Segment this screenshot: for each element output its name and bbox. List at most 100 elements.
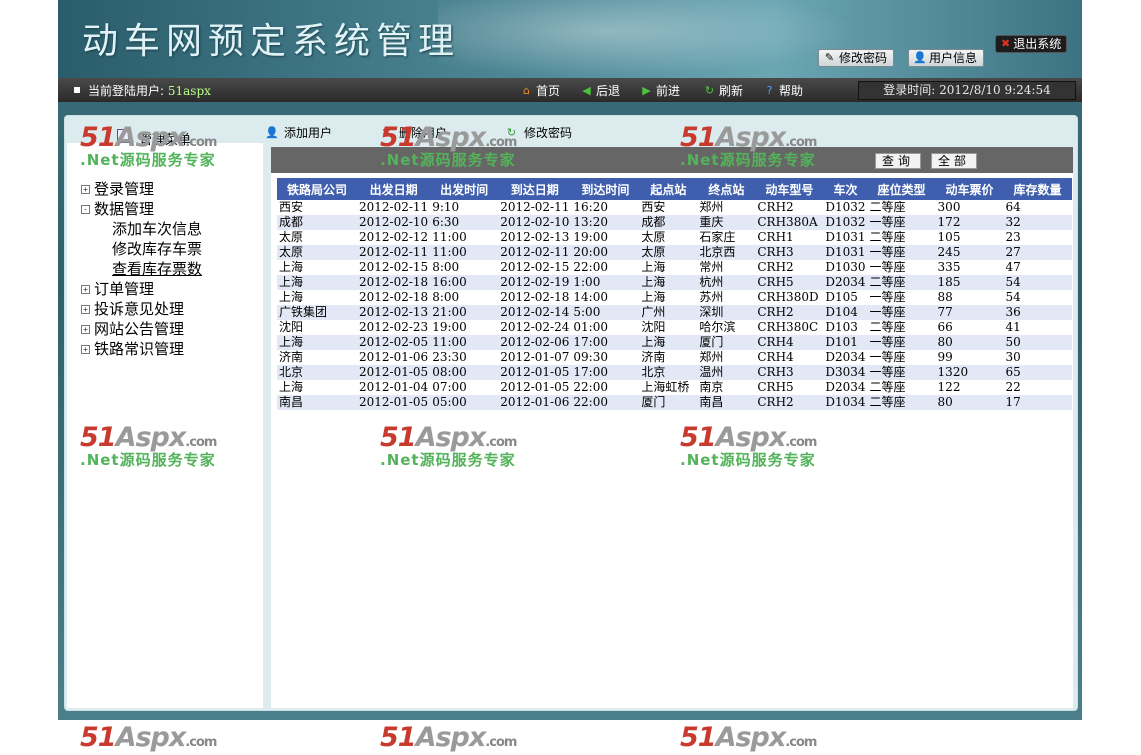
change-password-button[interactable]: ↻ 修改密码 bbox=[505, 124, 572, 141]
table-row: 沈阳 2012-02-23 19:00 2012-02-24 01:00 沈阳 哈尔滨 CRH… bbox=[277, 320, 1072, 335]
tree-node-railway-knowledge[interactable]: + 铁路常识管理 bbox=[81, 339, 202, 359]
add-user-button[interactable]: 👤 添加用户 bbox=[265, 124, 332, 141]
user-info-label: 用户信息 bbox=[929, 51, 978, 65]
nav-refresh[interactable]: ↻ 刷新 bbox=[703, 82, 743, 99]
column-header: 到达时间 bbox=[571, 178, 640, 200]
expand-icon[interactable]: + bbox=[81, 184, 90, 194]
table-row: 上海 2012-02-18 8:00 2012-02-18 14:00 上海 苏州 CRH38… bbox=[277, 290, 1072, 305]
table-cell: 北京 bbox=[277, 365, 357, 380]
table-cell: 08:00 bbox=[430, 365, 499, 380]
table-cell: 济南 bbox=[279, 350, 304, 364]
nav-help[interactable]: ? 帮助 bbox=[763, 82, 803, 99]
table-cell: 2012-02-18 bbox=[359, 290, 429, 304]
table-cell: 30 bbox=[1005, 350, 1021, 364]
table-cell: 上海 bbox=[639, 275, 698, 290]
expand-icon[interactable]: + bbox=[81, 304, 90, 314]
table-cell: 2012-02-11 bbox=[500, 200, 570, 214]
column-header: 终点站 bbox=[697, 178, 756, 200]
user-info-button[interactable]: 👤 用户信息 bbox=[908, 49, 985, 67]
table-cell: 21:00 bbox=[430, 305, 499, 320]
table-cell: 01:00 bbox=[573, 320, 608, 334]
table-cell: CRH380A bbox=[755, 215, 824, 230]
table-cell: 17:00 bbox=[571, 365, 640, 380]
all-button[interactable]: 全部 bbox=[931, 153, 978, 169]
tree-node-data[interactable]: - 数据管理 bbox=[81, 199, 202, 219]
table-cell: D2034 bbox=[825, 350, 866, 364]
expand-icon[interactable]: + bbox=[81, 284, 90, 294]
back-arrow-icon: ◀ bbox=[582, 83, 591, 97]
table-cell: 11:00 bbox=[432, 230, 467, 244]
tree-item-view-stock[interactable]: 查看库存票数 bbox=[81, 259, 202, 279]
bullet-icon bbox=[74, 87, 80, 93]
table-cell: 300 bbox=[937, 200, 961, 214]
tree-item-edit-stock[interactable]: 修改库存车票 bbox=[81, 239, 202, 259]
table-cell: 14:00 bbox=[573, 290, 608, 304]
table-cell: 16:20 bbox=[573, 200, 608, 214]
table-row: 西安 2012-02-11 9:10 2012-02-11 16:20 西安 郑州 CRH2 D… bbox=[277, 200, 1072, 215]
tree-node-label: 订单管理 bbox=[94, 280, 155, 298]
table-cell: 苏州 bbox=[699, 290, 724, 304]
nav-forward[interactable]: ▶ 前进 bbox=[640, 82, 680, 99]
table-cell: 1320 bbox=[935, 365, 1004, 380]
table-cell: 47 bbox=[1005, 260, 1021, 274]
column-header: 库存数量 bbox=[1003, 178, 1072, 200]
search-bar: 查询 全部 bbox=[271, 147, 1073, 173]
table-cell: 厦门 bbox=[697, 335, 756, 350]
watermark-brand-num: 51 bbox=[80, 722, 117, 753]
table-cell: 常州 bbox=[699, 260, 724, 274]
table-cell: 41 bbox=[1005, 320, 1021, 334]
delete-user-button[interactable]: ✖ 删除用户 bbox=[380, 124, 447, 141]
expand-icon[interactable]: + bbox=[81, 344, 90, 354]
expand-icon[interactable]: + bbox=[81, 324, 90, 334]
tree-node-announcements[interactable]: + 网站公告管理 bbox=[81, 319, 202, 339]
column-header: 车次 bbox=[823, 178, 868, 200]
info-bar: 当前登陆用户: 51aspx ⌂ 首页 ◀ 后退 ▶ 前进 ↻ 刷新 ? 帮助 … bbox=[58, 78, 1082, 102]
table-cell: 2012-02-12 bbox=[359, 230, 429, 244]
table-cell: 2012-02-15 bbox=[359, 260, 429, 274]
table-cell: 2012-02-23 bbox=[359, 320, 429, 334]
home-icon: ⌂ bbox=[523, 83, 530, 97]
table-cell: CRH5 bbox=[757, 380, 794, 394]
table-cell: 沈阳 bbox=[641, 320, 666, 334]
table-cell: 2012-02-05 bbox=[357, 335, 431, 350]
table-cell: 8:00 bbox=[432, 290, 460, 304]
logout-button[interactable]: ✖ 退出系统 bbox=[995, 35, 1068, 53]
nav-back[interactable]: ◀ 后退 bbox=[580, 82, 620, 99]
table-cell: 哈尔滨 bbox=[699, 320, 736, 334]
query-button[interactable]: 查询 bbox=[875, 153, 922, 169]
column-header: 动车票价 bbox=[935, 178, 1004, 200]
table-cell: 2012-02-13 bbox=[500, 230, 570, 244]
tree-node-login[interactable]: + 登录管理 bbox=[81, 179, 202, 199]
table-cell: 27 bbox=[1003, 245, 1072, 260]
table-cell: D3034 bbox=[823, 365, 868, 380]
menu-icon bbox=[117, 129, 129, 143]
table-row: 太原 2012-02-11 11:00 2012-02-11 20:00 太原 北京西 CRH… bbox=[277, 245, 1072, 260]
table-cell: 石家庄 bbox=[699, 230, 736, 244]
collapse-icon[interactable]: - bbox=[81, 204, 90, 214]
change-password-header-button[interactable]: ✎ 修改密码 bbox=[818, 49, 895, 67]
table-cell: 二等座 bbox=[867, 275, 936, 290]
add-user-label: 添加用户 bbox=[284, 126, 333, 140]
table-cell: 成都 bbox=[639, 215, 698, 230]
table-cell: 22:00 bbox=[573, 380, 608, 394]
nav-home[interactable]: ⌂ 首页 bbox=[520, 82, 560, 99]
tree-item-add-train[interactable]: 添加车次信息 bbox=[81, 219, 202, 239]
table-cell: 二等座 bbox=[869, 200, 906, 214]
table-cell: 南昌 bbox=[277, 395, 357, 410]
tree-node-complaints[interactable]: + 投诉意见处理 bbox=[81, 299, 202, 319]
table-cell: 济南 bbox=[641, 350, 666, 364]
table-cell: 23 bbox=[1005, 230, 1021, 244]
watermark-brand-suffix: .com bbox=[785, 735, 817, 750]
table-cell: 太原 bbox=[639, 245, 698, 260]
table-cell: 1:00 bbox=[571, 275, 640, 290]
table-cell: CRH4 bbox=[757, 350, 794, 364]
tree-node-label: 数据管理 bbox=[94, 200, 155, 218]
table-cell: 23:30 bbox=[432, 350, 467, 364]
table-cell: 36 bbox=[1003, 305, 1072, 320]
table-cell: 2012-02-11 bbox=[498, 245, 572, 260]
tree-node-orders[interactable]: + 订单管理 bbox=[81, 279, 202, 299]
table-cell: CRH3 bbox=[755, 365, 824, 380]
table-cell: 2012-02-06 bbox=[498, 335, 572, 350]
table-cell: 22:00 bbox=[571, 395, 640, 410]
table-cell: 05:00 bbox=[430, 395, 499, 410]
